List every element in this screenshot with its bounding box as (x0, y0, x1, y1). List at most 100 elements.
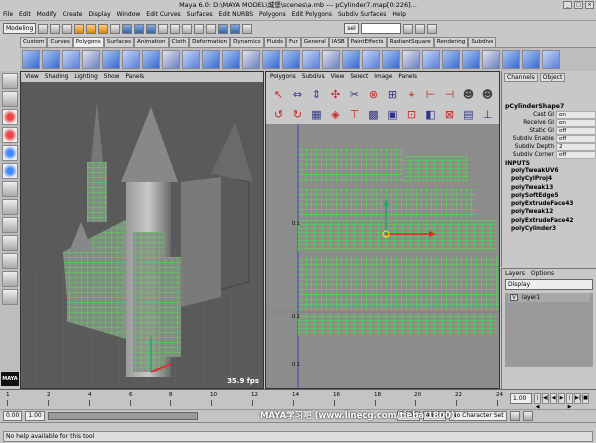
layout-outliner-icon[interactable] (2, 271, 18, 287)
move-tool-icon[interactable] (2, 109, 18, 125)
show-channel-box-icon[interactable] (402, 23, 413, 34)
shelf-tab-rendering[interactable]: Rendering (433, 37, 469, 47)
uv-menu-subdivs[interactable]: Subdivs (302, 72, 325, 82)
anim-start-field[interactable]: 0.00 (3, 411, 23, 421)
quick-select-input[interactable] (360, 23, 401, 34)
time-slider[interactable]: 1 2 4 6 8 10 12 14 16 18 20 22 24 1.00 |◀ ◀| ◀ ▶ |▶ … (0, 389, 596, 410)
vp-menu-shading[interactable]: Shading (45, 72, 69, 82)
input-node[interactable]: polyExtrudeFace42 (505, 217, 593, 225)
input-node[interactable]: polyCylProj4 (505, 175, 593, 183)
quick-select-icon[interactable] (242, 23, 253, 34)
layers-menu[interactable]: Layers (505, 270, 525, 277)
cylindrical-map-icon[interactable] (482, 50, 500, 69)
attr-row[interactable]: Cast GI on (502, 111, 596, 119)
layout-two-icon[interactable] (2, 235, 18, 251)
shelf-tab-surfaces[interactable]: Surfaces (103, 37, 134, 47)
select-hierarchy-icon[interactable] (74, 23, 85, 34)
uv-lattice-icon[interactable]: ⊠ (441, 105, 458, 124)
menu-surfaces[interactable]: Surfaces (187, 10, 213, 20)
bevel-icon[interactable] (382, 50, 400, 69)
select-component-icon[interactable] (98, 23, 109, 34)
show-attr-editor-icon[interactable] (414, 23, 425, 34)
stop-icon[interactable]: ■ (582, 393, 589, 404)
texture-icon[interactable]: ◈ (327, 105, 344, 124)
extrude-face-icon[interactable] (322, 50, 340, 69)
auto-key-icon[interactable] (509, 411, 520, 421)
shelf-tab-fluids[interactable]: Fluids (263, 37, 287, 47)
snap-grid-icon[interactable] (122, 23, 133, 34)
shelf-tab-polygons[interactable]: Polygons (72, 37, 104, 47)
uv-menu-view[interactable]: View (331, 72, 345, 82)
layout-icon[interactable]: ▤ (460, 105, 477, 124)
vp-menu-view[interactable]: View (25, 72, 39, 82)
uv-texture-editor[interactable]: Polygons Subdivs View Select Image Panel… (265, 71, 500, 389)
shelf-tab-custom[interactable]: Custom (20, 37, 48, 47)
layer-type-dropdown[interactable]: Display (505, 279, 593, 290)
shelf-tab-radiantsquare[interactable]: RadiantSquare (386, 37, 434, 47)
uv-menu-polygons[interactable]: Polygons (270, 72, 296, 82)
select-object-icon[interactable] (86, 23, 97, 34)
merge-vertices-icon[interactable] (402, 50, 420, 69)
uv-menu-image[interactable]: Image (374, 72, 392, 82)
planar-map-icon[interactable] (462, 50, 480, 69)
poly-cone-icon[interactable] (82, 50, 100, 69)
reduce-icon[interactable] (262, 50, 280, 69)
snap-curve-icon[interactable] (134, 23, 145, 34)
display-image-icon[interactable]: ▣ (384, 105, 401, 124)
input-node[interactable]: polyTweak12 (505, 208, 593, 216)
menu-window[interactable]: Window (117, 10, 141, 20)
lasso-tool-icon[interactable] (2, 91, 18, 107)
layer-visibility-toggle[interactable]: V (510, 294, 518, 301)
sew-uv-icon[interactable]: ⊗ (365, 85, 382, 104)
menu-edit-nurbs[interactable]: Edit NURBS (219, 10, 253, 20)
attr-row[interactable]: Static GI off (502, 127, 596, 135)
map-uv-icon[interactable]: ▦ (308, 105, 325, 124)
menu-edit-curves[interactable]: Edit Curves (146, 10, 180, 20)
shelf-tab-painteffects[interactable]: PaintEffects (347, 37, 387, 47)
new-scene-icon[interactable] (38, 23, 49, 34)
grid-uv-icon[interactable]: ⊞ (384, 85, 401, 104)
append-polygon-icon[interactable] (422, 50, 440, 69)
poly-sphere-icon[interactable] (22, 50, 40, 69)
rotate-tool-icon[interactable] (2, 127, 18, 143)
go-start-icon[interactable]: |◀ (534, 393, 541, 410)
quick-select-field[interactable]: sel (344, 23, 359, 34)
smooth-icon[interactable] (242, 50, 260, 69)
render-icon[interactable] (182, 23, 193, 34)
layout-single-icon[interactable] (2, 199, 18, 215)
input-ops-icon[interactable] (218, 23, 229, 34)
render-globals-icon[interactable] (206, 23, 217, 34)
combine-icon[interactable] (142, 50, 160, 69)
vp-menu-lighting[interactable]: Lighting (74, 72, 97, 82)
input-node[interactable]: polySoftEdge5 (505, 192, 593, 200)
checker-icon[interactable]: ▩ (365, 105, 382, 124)
select-tool-icon[interactable] (2, 73, 18, 89)
snap-point-icon[interactable] (146, 23, 157, 34)
shelf-tab-dynamics[interactable]: Dynamics (230, 37, 264, 47)
mode-dropdown[interactable]: Modeling (3, 23, 37, 34)
unfold-icon[interactable]: ⌖ (403, 85, 420, 104)
show-tool-settings-icon[interactable] (426, 23, 437, 34)
play-forward-icon[interactable]: ▶ (558, 393, 565, 404)
avatar-icon[interactable]: ☻ (479, 85, 496, 104)
pixel-snap-icon[interactable]: ⊡ (403, 105, 420, 124)
maximize-icon[interactable]: □ (574, 1, 583, 9)
rotate-uv-icon[interactable]: ✣ (327, 85, 344, 104)
move-uv-icon[interactable]: ↖ (270, 85, 287, 104)
align-min-u-icon[interactable]: ⊢ (422, 85, 439, 104)
menu-polygons[interactable]: Polygons (259, 10, 286, 20)
options-menu[interactable]: Options (531, 270, 554, 277)
current-frame-field[interactable]: 1.00 (510, 393, 532, 404)
menu-modify[interactable]: Modify (37, 10, 57, 20)
poly-cube-icon[interactable] (42, 50, 60, 69)
shelf-tab-curves[interactable]: Curves (47, 37, 73, 47)
playback-start-field[interactable]: 1.00 (25, 411, 45, 421)
shelf-tab-subdivs[interactable]: Subdivs (468, 37, 497, 47)
uv-menu-panels[interactable]: Panels (398, 72, 417, 82)
shelf-tab-general[interactable]: General (300, 37, 329, 47)
save-scene-icon[interactable] (62, 23, 73, 34)
step-forward-icon[interactable]: |▶ (566, 393, 573, 410)
shelf-tab-fur[interactable]: Fur (286, 37, 301, 47)
history-icon[interactable] (170, 23, 181, 34)
manipulator-icon[interactable] (2, 163, 18, 179)
